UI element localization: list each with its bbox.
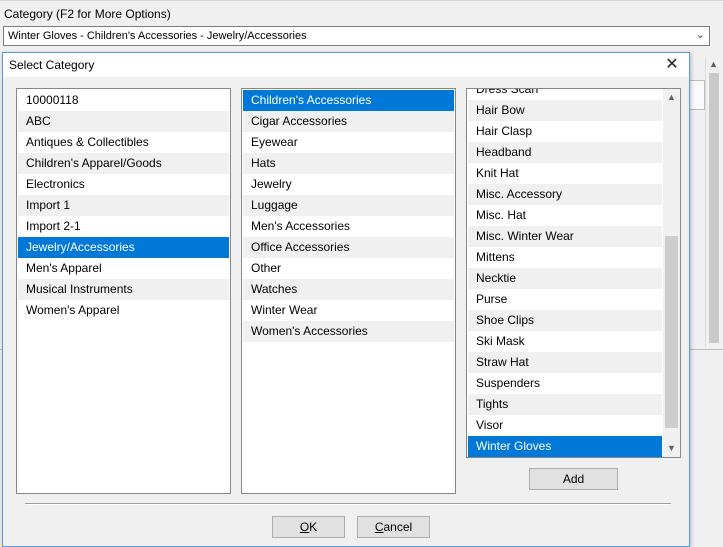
item-type-scrollbar-thumb[interactable] bbox=[665, 236, 678, 428]
list-item[interactable]: Straw Hat bbox=[468, 352, 662, 373]
list-item[interactable]: Office Accessories bbox=[243, 237, 454, 258]
list-item[interactable]: Antiques & Collectibles bbox=[18, 132, 229, 153]
category-combobox-value: Winter Gloves - Children's Accessories -… bbox=[8, 30, 307, 42]
list-item[interactable]: Men's Apparel bbox=[18, 258, 229, 279]
list-item[interactable]: Misc. Winter Wear bbox=[468, 226, 662, 247]
cancel-label-rest: ancel bbox=[383, 520, 413, 534]
list-item[interactable]: Watches bbox=[243, 279, 454, 300]
list-item[interactable]: Misc. Accessory bbox=[468, 184, 662, 205]
list-item[interactable]: Suspenders bbox=[468, 373, 662, 394]
select-category-dialog: Select Category ✕ 10000118 ABC Antiques & … bbox=[2, 52, 690, 547]
list-item[interactable]: Headband bbox=[468, 142, 662, 163]
list-item[interactable]: Men's Accessories bbox=[243, 216, 454, 237]
close-icon[interactable]: ✕ bbox=[655, 53, 689, 77]
list-item[interactable]: Electronics bbox=[18, 174, 229, 195]
list-item[interactable]: Other bbox=[243, 258, 454, 279]
dialog-titlebar: Select Category ✕ bbox=[3, 53, 689, 77]
list-item[interactable]: Import 2-1 bbox=[18, 216, 229, 237]
dialog-title: Select Category bbox=[9, 58, 95, 72]
scroll-up-icon[interactable]: ▲ bbox=[709, 59, 718, 69]
list-item[interactable]: Necktie bbox=[468, 268, 662, 289]
list-item[interactable]: Purse bbox=[468, 289, 662, 310]
scroll-down-icon[interactable]: ▼ bbox=[663, 440, 680, 457]
list-item[interactable]: Winter Wear bbox=[243, 300, 454, 321]
ok-button[interactable]: OK bbox=[272, 516, 345, 538]
list-item[interactable]: Knit Hat bbox=[468, 163, 662, 184]
list-item[interactable]: Visor bbox=[468, 415, 662, 436]
list-item[interactable]: Hair Clasp bbox=[468, 121, 662, 142]
parent-scrollbar-thumb[interactable] bbox=[709, 73, 719, 343]
item-type-listbox[interactable]: Dress Scarf Hair Bow Hair Clasp Headband Kni… bbox=[466, 88, 681, 458]
list-item[interactable]: Import 1 bbox=[18, 195, 229, 216]
list-item[interactable]: Hats bbox=[243, 153, 454, 174]
cancel-button[interactable]: Cancel bbox=[357, 516, 430, 538]
list-item[interactable]: Winter Gloves bbox=[468, 436, 662, 457]
list-item[interactable]: Dress Scarf bbox=[468, 89, 662, 100]
list-item[interactable]: Children's Accessories bbox=[243, 90, 454, 111]
list-item[interactable]: ABC bbox=[18, 111, 229, 132]
list-item[interactable]: Cigar Accessories bbox=[243, 111, 454, 132]
list-item[interactable]: Luggage bbox=[243, 195, 454, 216]
list-item[interactable]: Hair Bow bbox=[468, 100, 662, 121]
add-button[interactable]: Add bbox=[529, 468, 618, 490]
subcategory-list-items: Children's Accessories Cigar Accessories E… bbox=[242, 90, 455, 342]
parent-divider bbox=[689, 349, 723, 350]
list-item[interactable]: Shoe Clips bbox=[468, 310, 662, 331]
list-item[interactable]: Eyewear bbox=[243, 132, 454, 153]
category-label: Category (F2 for More Options) bbox=[4, 7, 171, 21]
list-item[interactable]: Children's Apparel/Goods bbox=[18, 153, 229, 174]
item-type-scrollbar[interactable]: ▲ ▼ bbox=[663, 89, 680, 457]
list-item[interactable]: Jewelry bbox=[243, 174, 454, 195]
dialog-separator bbox=[25, 503, 671, 505]
item-type-list-items: Dress Scarf Hair Bow Hair Clasp Headband Kni… bbox=[467, 89, 663, 457]
list-item[interactable]: Ski Mask bbox=[468, 331, 662, 352]
list-item[interactable]: 10000118 bbox=[18, 90, 229, 111]
list-item[interactable]: Women's Apparel bbox=[18, 300, 229, 321]
ok-mnemonic: O bbox=[299, 520, 310, 534]
list-item[interactable]: Mittens bbox=[468, 247, 662, 268]
category-listbox[interactable]: 10000118 ABC Antiques & Collectibles Childr… bbox=[16, 88, 231, 494]
list-item[interactable]: Tights bbox=[468, 394, 662, 415]
subcategory-listbox[interactable]: Children's Accessories Cigar Accessories E… bbox=[241, 88, 456, 494]
parent-scrollbar[interactable]: ▲ bbox=[705, 57, 721, 347]
category-combobox[interactable]: Winter Gloves - Children's Accessories -… bbox=[3, 26, 710, 46]
ok-label-rest: K bbox=[309, 520, 318, 534]
category-list-items: 10000118 ABC Antiques & Collectibles Childr… bbox=[17, 90, 230, 321]
chevron-down-icon[interactable]: ⌄ bbox=[696, 28, 705, 41]
parent-top-border bbox=[0, 0, 723, 1]
scroll-up-icon[interactable]: ▲ bbox=[663, 89, 680, 106]
list-item[interactable]: Women's Accessories bbox=[243, 321, 454, 342]
list-item[interactable]: Misc. Hat bbox=[468, 205, 662, 226]
list-item[interactable]: Jewelry/Accessories bbox=[18, 237, 229, 258]
parent-field-fragment bbox=[689, 80, 705, 110]
list-item[interactable]: Musical Instruments bbox=[18, 279, 229, 300]
